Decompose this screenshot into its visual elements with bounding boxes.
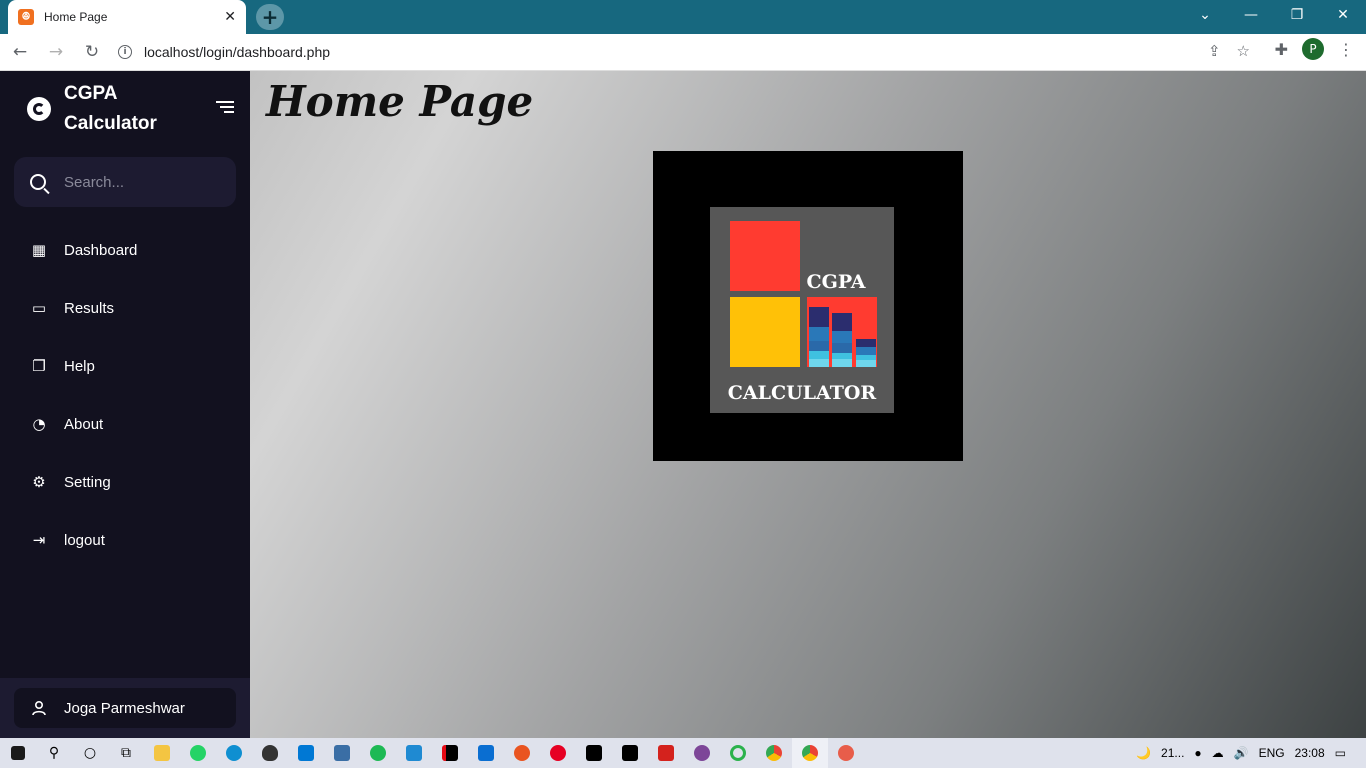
grid-icon: ▦ [31, 241, 47, 259]
snipping-tool-icon[interactable] [828, 738, 864, 768]
sidebar-item-logout[interactable]: ⇥ logout [0, 511, 250, 569]
tor-icon[interactable] [684, 738, 720, 768]
cortana-icon[interactable]: ○ [72, 738, 108, 768]
sidebar-item-label: Help [64, 357, 95, 375]
new-tab-button[interactable]: + [256, 4, 284, 30]
user-profile[interactable]: Joga Parmeshwar [14, 688, 236, 728]
linux-icon[interactable] [252, 738, 288, 768]
sidebar-item-label: logout [64, 531, 105, 549]
netflix-icon[interactable] [432, 738, 468, 768]
brand-logo-icon [27, 97, 51, 121]
sidebar: CGPA Calculator ▦ Dashboard ▭ Results ❐ … [0, 71, 250, 738]
acrobat-icon[interactable] [648, 738, 684, 768]
spotify-tray-icon[interactable]: ● [1194, 746, 1201, 760]
sidebar-item-about[interactable]: ◔ About [0, 395, 250, 453]
ubuntu-icon[interactable] [504, 738, 540, 768]
weather-text[interactable]: 21... [1161, 746, 1184, 760]
pinterest-icon[interactable] [540, 738, 576, 768]
taskbar-search-icon[interactable]: ⚲ [36, 738, 72, 768]
browser-tabstrip: ꔮ Home Page ✕ + ⌄ — ❐ ✕ [0, 0, 1366, 34]
url-text[interactable]: localhost/login/dashboard.php [144, 44, 330, 60]
task-view-icon[interactable]: ⧉ [108, 738, 144, 768]
brand: CGPA Calculator [27, 79, 194, 139]
logo-text-calculator: CALCULATOR [728, 382, 877, 404]
sidebar-item-dashboard[interactable]: ▦ Dashboard [0, 221, 250, 279]
browser-toolbar: ← → ↻ i localhost/login/dashboard.php ⇪ … [0, 34, 1366, 71]
spotify-icon[interactable] [360, 738, 396, 768]
language-indicator[interactable]: ENG [1259, 746, 1285, 760]
share-icon[interactable]: ⇪ [1208, 42, 1221, 60]
refresh-app-icon[interactable] [720, 738, 756, 768]
address-bar[interactable]: i localhost/login/dashboard.php ⇪ ☆ [108, 36, 1260, 68]
logout-icon: ⇥ [32, 531, 46, 549]
sidebar-search[interactable] [14, 157, 236, 207]
sidebar-item-label: About [64, 415, 104, 433]
gear-icon: ⚙ [32, 473, 46, 491]
reload-button[interactable]: ↻ [76, 36, 108, 68]
page-title: Home Page [266, 77, 534, 126]
user-name: Joga Parmeshwar [64, 699, 185, 717]
close-window-button[interactable]: ✕ [1320, 0, 1366, 30]
logo-text-cgpa: CGPA [807, 271, 866, 293]
restore-button[interactable]: ❐ [1274, 0, 1320, 30]
chat-icon: ❐ [32, 357, 46, 375]
sidebar-item-setting[interactable]: ⚙ Setting [0, 453, 250, 511]
notepad-icon[interactable] [324, 738, 360, 768]
chrome-icon[interactable] [756, 738, 792, 768]
intellij-icon[interactable] [612, 738, 648, 768]
mail-icon[interactable] [468, 738, 504, 768]
clock[interactable]: 23:08 [1295, 746, 1325, 760]
search-icon [30, 174, 46, 190]
file-explorer-icon[interactable] [144, 738, 180, 768]
tab-search-icon[interactable]: ⌄ [1182, 0, 1228, 30]
network-icon[interactable]: ☁ [1212, 746, 1224, 760]
tab-close-icon[interactable]: ✕ [224, 9, 236, 25]
menu-toggle-icon[interactable] [216, 101, 234, 116]
system-tray: 🌙 21... ● ☁ 🔊 ENG 23:08 ▭ [1136, 738, 1366, 768]
extensions-icon[interactable]: ✚ [1275, 40, 1288, 59]
edge-icon[interactable] [216, 738, 252, 768]
volume-icon[interactable]: 🔊 [1234, 746, 1249, 760]
sidebar-item-label: Setting [64, 473, 111, 491]
user-icon [32, 700, 46, 716]
pycharm-icon[interactable] [576, 738, 612, 768]
forward-button[interactable]: → [40, 36, 72, 68]
windows-taskbar: ⚲ ○ ⧉ 🌙 21... ● ☁ 🔊 ENG 23:08 ▭ [0, 738, 1366, 768]
browser-menu-icon[interactable]: ⋮ [1338, 40, 1354, 59]
sidebar-item-label: Results [64, 299, 115, 317]
site-info-icon[interactable]: i [118, 45, 132, 59]
bookmark-star-icon[interactable]: ☆ [1237, 42, 1250, 60]
main-content: Home Page CGPA CALCULATOR [250, 71, 1366, 738]
browser-tab[interactable]: ꔮ Home Page ✕ [8, 0, 246, 34]
sidebar-item-label: Dashboard [64, 241, 138, 259]
profile-section: Joga Parmeshwar [0, 678, 250, 738]
vscode-icon[interactable] [396, 738, 432, 768]
notifications-icon[interactable]: ▭ [1335, 746, 1346, 760]
weather-icon[interactable]: 🌙 [1136, 746, 1151, 760]
windows-start-icon[interactable] [0, 738, 36, 768]
chrome-active-icon[interactable] [792, 738, 828, 768]
sidebar-nav: ▦ Dashboard ▭ Results ❐ Help ◔ About ⚙ S… [0, 221, 250, 569]
sidebar-item-help[interactable]: ❐ Help [0, 337, 250, 395]
sidebar-item-results[interactable]: ▭ Results [0, 279, 250, 337]
store-icon[interactable] [288, 738, 324, 768]
cgpa-logo-image: CGPA CALCULATOR [710, 207, 894, 413]
card-icon: ▭ [31, 299, 47, 317]
window-controls: ⌄ — ❐ ✕ [1182, 0, 1366, 30]
whatsapp-icon[interactable] [180, 738, 216, 768]
tab-title: Home Page [44, 10, 108, 24]
search-input[interactable] [64, 173, 214, 191]
profile-avatar[interactable]: P [1302, 38, 1324, 60]
cgpa-logo-graphic: CGPA CALCULATOR [728, 221, 877, 404]
minimize-button[interactable]: — [1228, 0, 1274, 30]
pie-chart-icon: ◔ [32, 415, 46, 433]
brand-name: CGPA Calculator [64, 83, 157, 134]
xampp-favicon-icon: ꔮ [18, 9, 34, 25]
cgpa-logo-frame: CGPA CALCULATOR [653, 151, 963, 461]
back-button[interactable]: ← [4, 36, 36, 68]
